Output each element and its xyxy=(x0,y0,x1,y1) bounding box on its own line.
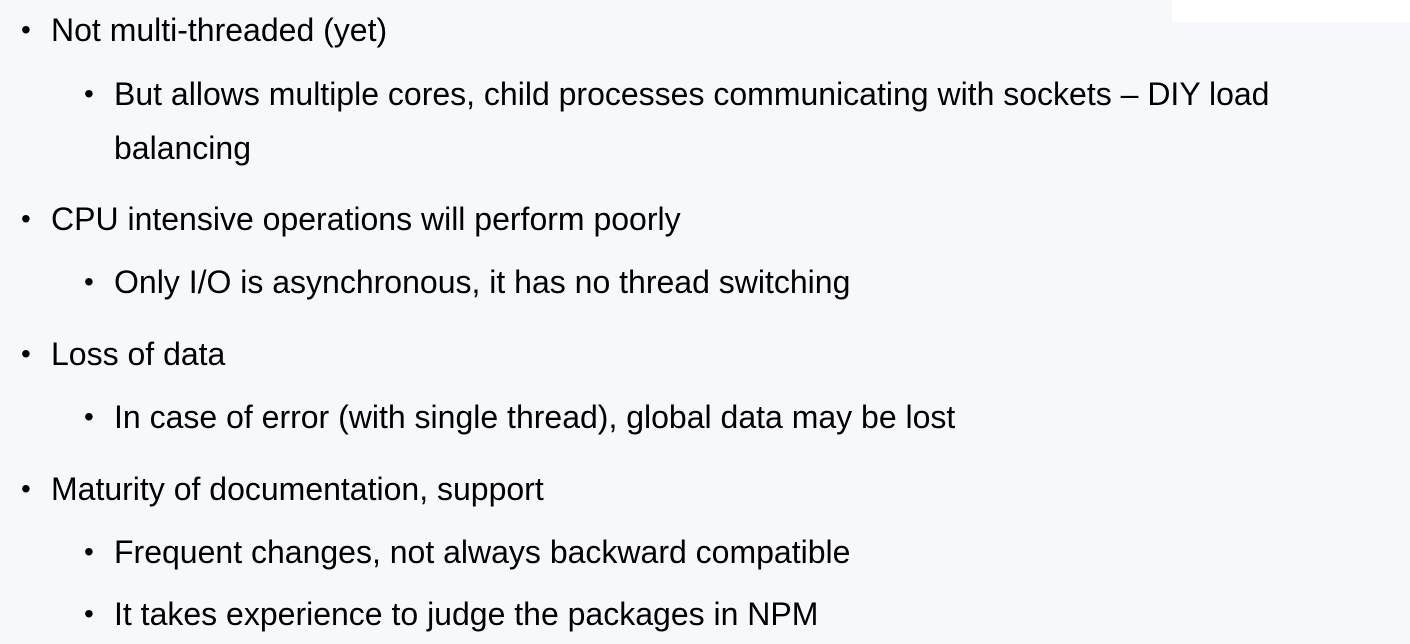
bullet-text: In case of error (with single thread), g… xyxy=(114,399,956,435)
corner-panel xyxy=(1172,0,1410,22)
bullet-item-level1: • Loss of data xyxy=(21,327,226,381)
bullet-item-level1: • Not multi-threaded (yet) xyxy=(21,3,388,57)
bullet-item-level2: • Frequent changes, not always backward … xyxy=(84,525,1384,579)
bullet-text: Not multi-threaded (yet) xyxy=(51,12,388,48)
bullet-marker: • xyxy=(84,598,94,629)
bullet-marker: • xyxy=(21,203,31,234)
bullet-item-level1: • CPU intensive operations will perform … xyxy=(21,192,681,246)
bullet-text: Loss of data xyxy=(51,336,226,372)
bullet-text: Maturity of documentation, support xyxy=(51,471,544,507)
bullet-item-level2: • Only I/O is asynchronous, it has no th… xyxy=(84,255,1384,309)
bullet-item-level2: • But allows multiple cores, child proce… xyxy=(84,67,1384,175)
bullet-marker: • xyxy=(84,266,94,297)
bullet-text: But allows multiple cores, child process… xyxy=(114,76,1270,166)
bullet-marker: • xyxy=(84,401,94,432)
bullet-text: CPU intensive operations will perform po… xyxy=(51,201,681,237)
bullet-item-level2: • It takes experience to judge the packa… xyxy=(84,587,1384,641)
bullet-item-level2: • In case of error (with single thread),… xyxy=(84,390,1384,444)
bullet-text: Only I/O is asynchronous, it has no thre… xyxy=(114,264,851,300)
bullet-marker: • xyxy=(84,78,94,109)
bullet-text: It takes experience to judge the package… xyxy=(114,596,819,632)
bullet-marker: • xyxy=(21,338,31,369)
bullet-item-level1: • Maturity of documentation, support xyxy=(21,462,544,516)
bullet-text: Frequent changes, not always backward co… xyxy=(114,534,851,570)
bullet-marker: • xyxy=(84,536,94,567)
bullet-marker: • xyxy=(21,473,31,504)
bullet-marker: • xyxy=(21,14,31,45)
